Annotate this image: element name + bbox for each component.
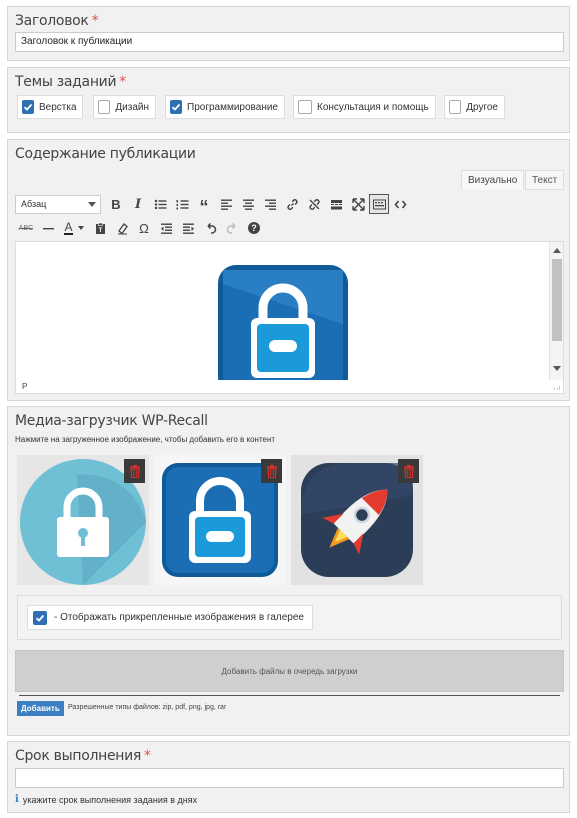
- required-mark: *: [91, 13, 99, 29]
- text-color-glyph: A: [64, 220, 73, 235]
- deadline-hint-text: укажите срок выполнения задания в днях: [22, 794, 198, 805]
- topic-option-label: Другое: [466, 101, 498, 113]
- media-panel: Медиа-загрузчик WP-Recall Нажмите на заг…: [7, 406, 570, 736]
- unlink-icon[interactable]: [303, 193, 325, 215]
- topic-option-verstka[interactable]: Верстка: [17, 95, 83, 119]
- bullet-list-icon[interactable]: [149, 193, 171, 215]
- align-right-icon[interactable]: [259, 193, 281, 215]
- add-files-button[interactable]: Добавить: [17, 701, 64, 716]
- editor-toolbar-row-2: ABC A T Ω ?: [15, 217, 265, 239]
- media-thumbnail[interactable]: [17, 455, 149, 585]
- text-color-icon[interactable]: A: [59, 217, 89, 239]
- deadline-label: Срок выполнения *: [15, 748, 151, 764]
- gallery-checkbox-label: - Отображать прикрепленные изображения в…: [54, 612, 304, 623]
- deadline-hint: i укажите срок выполнения задания в днях: [15, 794, 197, 805]
- title-label-text: Заголовок: [15, 13, 89, 29]
- clear-formatting-icon[interactable]: [111, 217, 133, 239]
- deadline-panel: Срок выполнения * i укажите срок выполнен…: [7, 741, 570, 813]
- read-more-icon[interactable]: [325, 193, 347, 215]
- topic-option-label: Дизайн: [115, 101, 149, 113]
- element-path: P: [22, 382, 28, 391]
- editor-scrollbar[interactable]: [549, 242, 563, 380]
- delete-icon[interactable]: [398, 459, 419, 483]
- checkbox-icon[interactable]: [298, 100, 312, 114]
- align-left-icon[interactable]: [215, 193, 237, 215]
- media-hint: Нажмите на загруженное изображение, чтоб…: [15, 435, 276, 444]
- topic-option-label: Программирование: [187, 101, 278, 113]
- outdent-icon[interactable]: [155, 217, 177, 239]
- svg-text:T: T: [98, 228, 102, 234]
- toolbar-toggle-icon[interactable]: [369, 194, 389, 214]
- format-select[interactable]: Абзац: [15, 194, 101, 214]
- allowed-types-text: Разрешенные типы файлов: zip, pdf, png, …: [68, 704, 227, 711]
- title-label: Заголовок *: [15, 13, 99, 29]
- checkbox-icon[interactable]: [98, 100, 111, 114]
- undo-icon[interactable]: [199, 217, 221, 239]
- code-icon[interactable]: [389, 193, 411, 215]
- resize-handle-icon[interactable]: ⠠⠴: [551, 384, 561, 392]
- link-icon[interactable]: [281, 193, 303, 215]
- topics-label: Темы заданий *: [15, 74, 126, 90]
- align-center-icon[interactable]: [237, 193, 259, 215]
- deadline-input[interactable]: [15, 768, 564, 788]
- gallery-option-box: - Отображать прикрепленные изображения в…: [17, 595, 562, 640]
- topic-option-label: Консультация и помощь: [317, 101, 429, 113]
- media-thumbnail[interactable]: [154, 455, 286, 585]
- required-mark: *: [119, 74, 126, 90]
- gallery-checkbox[interactable]: - Отображать прикрепленные изображения в…: [27, 605, 313, 630]
- checkbox-checked-icon[interactable]: [22, 100, 34, 114]
- help-glyph: ?: [248, 222, 260, 234]
- editor-statusbar: P ⠠⠴: [15, 380, 564, 394]
- info-icon: i: [15, 794, 19, 805]
- content-label: Содержание публикации: [15, 146, 196, 162]
- numbered-list-icon[interactable]: [171, 193, 193, 215]
- blockquote-icon[interactable]: “: [193, 193, 215, 217]
- title-panel: Заголовок * Заголовок к публикации: [7, 6, 570, 61]
- tab-visual[interactable]: Визуально: [461, 170, 525, 190]
- content-panel: Содержание публикации Визуально Текст Аб…: [7, 139, 570, 401]
- format-select-value: Абзац: [21, 198, 47, 209]
- lock-icon: [218, 265, 348, 380]
- add-files-button-label: Добавить: [21, 704, 60, 713]
- required-mark: *: [144, 748, 151, 764]
- upload-dropzone[interactable]: Добавить файлы в очередь загрузки: [15, 650, 564, 692]
- topic-option-other[interactable]: Другое: [444, 95, 505, 119]
- topic-option-label: Верстка: [39, 101, 77, 113]
- checkbox-icon[interactable]: [449, 100, 462, 114]
- scroll-up-icon[interactable]: [553, 248, 561, 253]
- horizontal-line-icon[interactable]: [37, 217, 59, 239]
- strikethrough-icon[interactable]: ABC: [15, 217, 37, 239]
- topics-panel: Темы заданий * Верстка Дизайн Программиро…: [7, 67, 570, 133]
- media-thumbnail[interactable]: [291, 455, 423, 585]
- help-icon[interactable]: ?: [243, 217, 265, 239]
- title-input-value: Заголовок к публикации: [21, 36, 133, 47]
- redo-icon[interactable]: [221, 217, 243, 239]
- topic-option-consulting[interactable]: Консультация и помощь: [293, 95, 436, 119]
- editor-body[interactable]: [15, 241, 564, 381]
- italic-icon[interactable]: I: [127, 193, 149, 215]
- bold-icon[interactable]: B: [105, 193, 127, 215]
- checkbox-checked-icon[interactable]: [33, 610, 47, 625]
- editor-toolbar-row-1: Абзац B I “: [15, 193, 564, 217]
- delete-icon[interactable]: [261, 459, 282, 483]
- deadline-label-text: Срок выполнения: [15, 748, 142, 764]
- fullscreen-icon[interactable]: [347, 193, 369, 215]
- checkbox-checked-icon[interactable]: [170, 100, 183, 114]
- chevron-down-icon: [88, 201, 96, 207]
- indent-icon[interactable]: [177, 217, 199, 239]
- scroll-down-icon[interactable]: [553, 366, 561, 371]
- topics-label-text: Темы заданий: [15, 74, 117, 90]
- topic-option-programming[interactable]: Программирование: [165, 95, 285, 119]
- delete-icon[interactable]: [124, 459, 145, 483]
- special-char-icon[interactable]: Ω: [133, 217, 155, 239]
- scroll-thumb[interactable]: [552, 259, 562, 341]
- upload-progress-line: [19, 695, 560, 696]
- topic-option-design[interactable]: Дизайн: [93, 95, 156, 119]
- chevron-down-icon: [77, 226, 84, 230]
- media-label: Медиа-загрузчик WP-Recall: [15, 413, 208, 429]
- tab-text[interactable]: Текст: [525, 170, 565, 190]
- title-input[interactable]: Заголовок к публикации: [15, 32, 564, 52]
- paste-text-icon[interactable]: T: [89, 217, 111, 239]
- dropzone-label: Добавить файлы в очередь загрузки: [221, 666, 358, 676]
